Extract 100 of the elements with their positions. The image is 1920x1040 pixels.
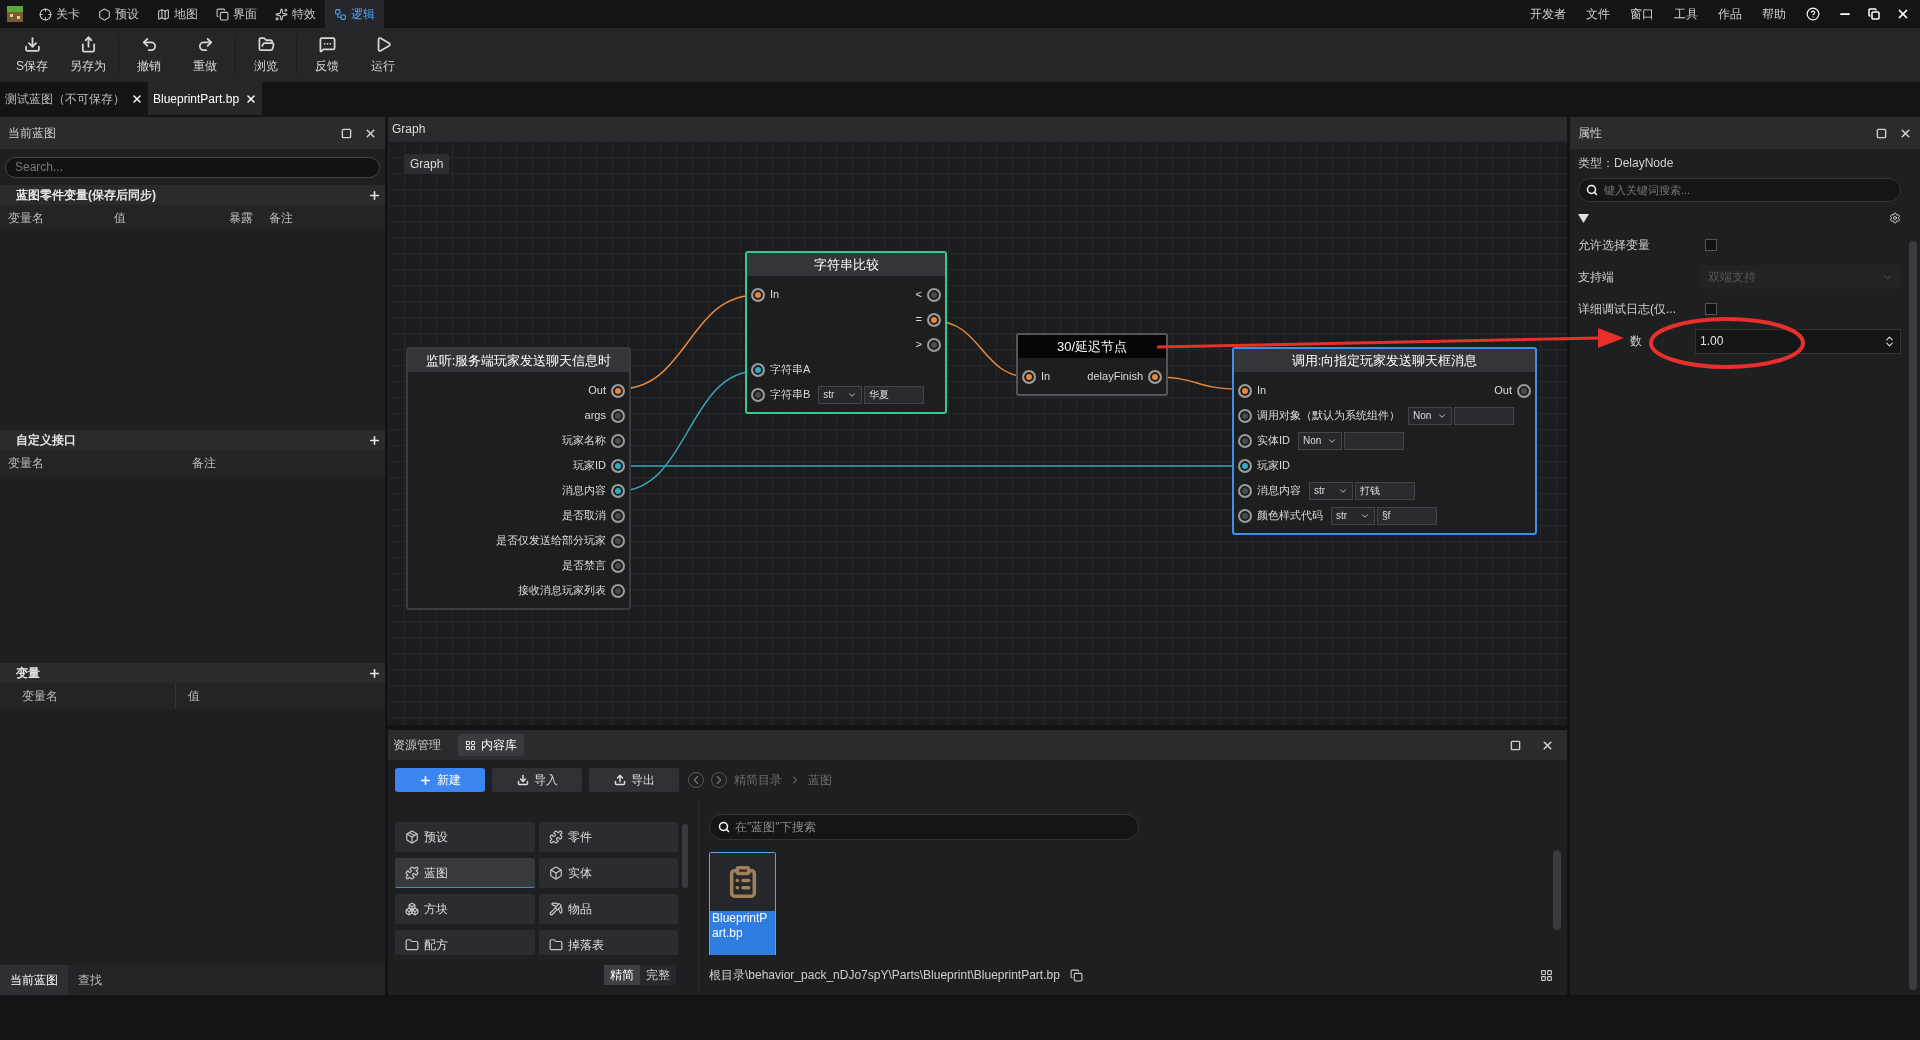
view-mode-toggle[interactable]: 精简 — [604, 965, 640, 985]
panel-tab[interactable]: 资源管理 — [386, 734, 448, 756]
document-tab[interactable]: BlueprintPart.bp — [148, 82, 263, 115]
pin[interactable] — [1238, 383, 1252, 398]
value-field[interactable]: 华夏 — [864, 385, 925, 404]
category-item[interactable]: 物品 — [538, 894, 678, 924]
toolbar-button[interactable]: 另存为 — [60, 31, 116, 79]
toolbar-button[interactable]: 反馈 — [299, 31, 355, 79]
value-field[interactable] — [1344, 431, 1404, 450]
section-header[interactable]: 蓝图零件变量(保存后同步) — [0, 185, 385, 205]
pin[interactable] — [1238, 433, 1252, 448]
asset-button[interactable]: 导出 — [589, 768, 679, 792]
maximize-icon[interactable] — [1876, 127, 1887, 139]
asset-button[interactable]: 新建 — [395, 768, 485, 792]
pin[interactable] — [1022, 369, 1036, 384]
value-field[interactable]: §f — [1377, 506, 1437, 525]
scrollbar[interactable] — [682, 824, 688, 888]
pin[interactable] — [611, 483, 625, 498]
pin[interactable] — [611, 508, 625, 523]
scrollbar[interactable] — [1909, 241, 1917, 990]
toolbar-button[interactable]: 运行 — [355, 31, 411, 79]
pin[interactable] — [1238, 408, 1252, 423]
app-tab[interactable]: 地图 — [148, 0, 207, 28]
menu-item[interactable]: 帮助 — [1752, 5, 1796, 23]
menu-item[interactable]: 文件 — [1576, 5, 1620, 23]
scrollbar[interactable] — [1553, 850, 1561, 930]
close-icon[interactable] — [364, 126, 377, 140]
category-item[interactable]: 配方 — [395, 930, 535, 955]
asset-search-field[interactable]: 在"蓝图"下搜索 — [709, 814, 1139, 840]
panel-tab[interactable]: 内容库 — [458, 734, 524, 756]
panel-tab[interactable]: 当前蓝图 — [0, 965, 68, 995]
category-item[interactable]: 方块 — [395, 894, 535, 924]
pin[interactable] — [751, 362, 765, 377]
menu-item[interactable]: 作品 — [1708, 5, 1752, 23]
close-icon[interactable] — [1896, 7, 1910, 21]
app-tab[interactable]: 界面 — [207, 0, 266, 28]
panel-tab[interactable]: 查找 — [68, 965, 112, 995]
app-tab[interactable]: 逻辑 — [325, 0, 384, 28]
menu-item[interactable]: 开发者 — [1520, 5, 1576, 23]
pin[interactable] — [1148, 369, 1162, 384]
search-field[interactable]: Search... — [5, 156, 380, 178]
app-tab[interactable]: 特效 — [266, 0, 325, 28]
pin[interactable] — [927, 287, 941, 302]
close-icon[interactable] — [1541, 738, 1554, 752]
pin[interactable] — [1238, 483, 1252, 498]
file-tile[interactable]: BlueprintPart.bp — [709, 852, 776, 955]
close-icon[interactable] — [1899, 126, 1912, 140]
graph-node[interactable]: 调用:向指定玩家发送聊天框消息 In Out 调用对象（默认为系统组件） Non 实体ID Non 玩家ID 消息内容 str 打钱 颜色样式代码 str §f — [1232, 347, 1537, 535]
value-field[interactable]: 打钱 — [1355, 481, 1415, 500]
type-dropdown[interactable]: str — [1309, 481, 1353, 500]
section-header[interactable]: 变量 — [0, 663, 385, 683]
pin[interactable] — [1238, 508, 1252, 523]
close-icon[interactable] — [245, 92, 258, 105]
graph-node[interactable]: 字符串比较 In < = > 字符串A 字符串B str 华夏 — [745, 251, 947, 414]
pin[interactable] — [611, 533, 625, 548]
collapse-icon[interactable] — [1578, 213, 1589, 223]
toolbar-button[interactable]: S保存 — [4, 31, 60, 79]
restore-icon[interactable] — [1868, 8, 1880, 20]
graph-breadcrumb[interactable]: Graph — [404, 154, 450, 174]
graph-node[interactable]: 监听:服务端玩家发送聊天信息时 Out args 玩家名称 玩家ID 消息内容 是否取消 是否仅发送给部分玩家 是否禁言 接收消息玩家列表 — [406, 347, 631, 610]
copy-icon[interactable] — [1069, 968, 1083, 982]
pin[interactable] — [611, 583, 625, 598]
app-tab[interactable]: 预设 — [89, 0, 148, 28]
close-icon[interactable] — [131, 92, 143, 105]
checkbox[interactable] — [1705, 303, 1717, 315]
category-item[interactable]: 蓝图 — [395, 858, 535, 888]
maximize-icon[interactable] — [1510, 739, 1521, 751]
graph-node[interactable]: 30/延迟节点 In delayFinish — [1016, 333, 1168, 396]
pin[interactable] — [751, 387, 765, 402]
add-icon[interactable] — [368, 433, 381, 447]
type-dropdown[interactable]: str — [1331, 506, 1375, 525]
view-mode-toggle[interactable]: 完整 — [640, 965, 676, 985]
spinner-icon[interactable] — [1883, 334, 1896, 348]
add-icon[interactable] — [368, 188, 381, 202]
property-search-field[interactable]: 键入关键词搜索... — [1578, 178, 1901, 202]
category-item[interactable]: 实体 — [538, 858, 678, 888]
menu-item[interactable]: 窗口 — [1620, 5, 1664, 23]
pin[interactable] — [611, 383, 625, 398]
type-dropdown[interactable]: Non — [1408, 406, 1452, 425]
asset-button[interactable]: 导入 — [492, 768, 582, 792]
document-tab[interactable]: 测试蓝图（不可保存） — [0, 82, 148, 115]
pin[interactable] — [927, 312, 941, 327]
maximize-icon[interactable] — [341, 127, 352, 139]
value-field[interactable] — [1454, 406, 1514, 425]
category-item[interactable]: 零件 — [538, 822, 678, 852]
toolbar-button[interactable]: 重做 — [177, 31, 233, 79]
pin[interactable] — [611, 558, 625, 573]
pin[interactable] — [611, 408, 625, 423]
section-header[interactable]: 自定义接口 — [0, 430, 385, 450]
toolbar-button[interactable]: 撤销 — [121, 31, 177, 79]
help-icon[interactable] — [1806, 7, 1820, 21]
category-item[interactable]: 掉落表 — [538, 930, 678, 955]
pin[interactable] — [611, 458, 625, 473]
number-field[interactable]: 1.00 — [1695, 328, 1901, 354]
pin[interactable] — [1238, 458, 1252, 473]
category-item[interactable]: 预设 — [395, 822, 535, 852]
grid-view-icon[interactable] — [1540, 968, 1553, 982]
add-icon[interactable] — [368, 666, 381, 680]
type-dropdown[interactable]: str — [818, 385, 863, 404]
pin[interactable] — [927, 337, 941, 352]
